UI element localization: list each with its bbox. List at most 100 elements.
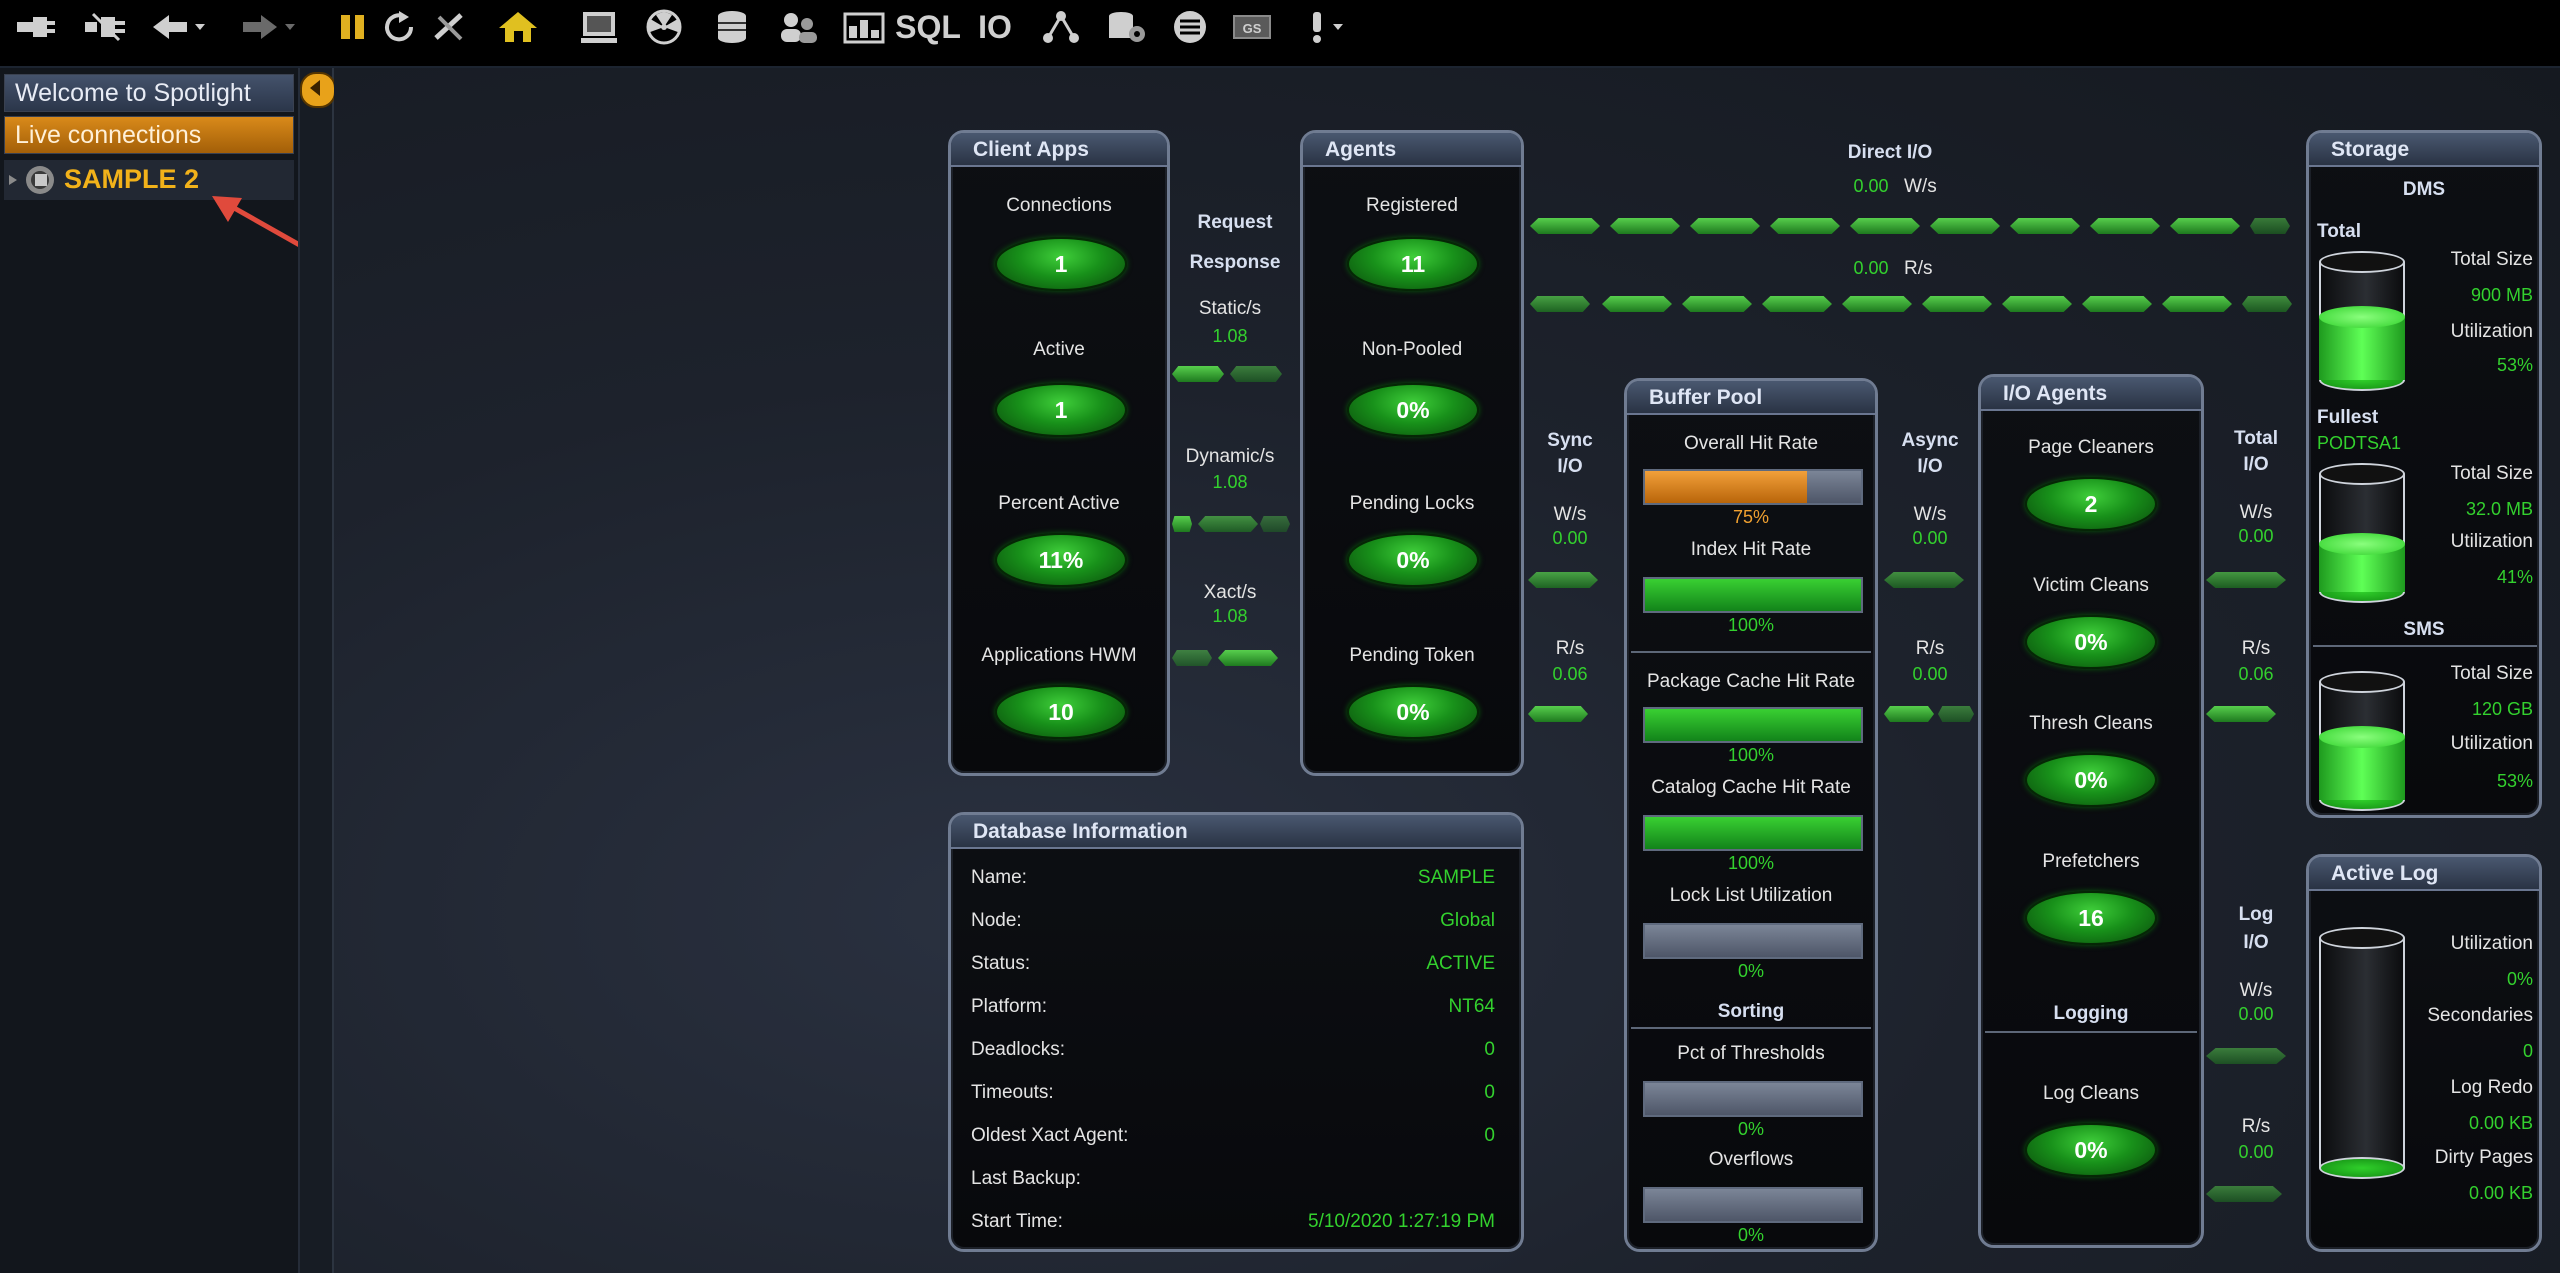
- log-redo-value: 0.00 KB: [2468, 1113, 2533, 1133]
- sidebar: Welcome to Spotlight Live connections SA…: [0, 68, 422, 1273]
- total-size-value: 900 MB: [2470, 285, 2533, 305]
- pause-icon[interactable]: [336, 8, 370, 46]
- log-io-write-flow: [2206, 1046, 2302, 1066]
- toolbar: SQL IO GS: [0, 0, 2560, 68]
- database-information-panel[interactable]: Database Information Name: SAMPLE Node: Glo…: [948, 812, 1524, 1252]
- sorting-title: Sorting: [1717, 1001, 1785, 1022]
- pct-of-thresholds-bar: [1643, 1081, 1863, 1117]
- active-log-utilization-label: Utilization: [2450, 933, 2533, 954]
- db-info-value: 0: [1484, 1039, 1495, 1060]
- total-io-title-2: I/O: [2243, 454, 2269, 475]
- pct-of-thresholds-value: 0%: [1737, 1119, 1764, 1139]
- database-settings-icon[interactable]: [1104, 8, 1148, 46]
- active-log-utilization-cylinder: [2319, 927, 2405, 1179]
- dirty-pages-label: Dirty Pages: [2434, 1147, 2533, 1168]
- total-io-ws-value: 0.00: [2238, 526, 2274, 546]
- pending-token-label: Pending Token: [1349, 645, 1475, 666]
- total-utilization-label: Utilization: [2450, 321, 2533, 342]
- dynamic-flow: [1172, 514, 1294, 534]
- static-label: Static/s: [1198, 298, 1262, 319]
- fullest-utilization-label: Utilization: [2450, 531, 2533, 552]
- live-connections-button[interactable]: Live connections: [4, 116, 294, 154]
- database-icon[interactable]: [712, 8, 752, 46]
- agents-panel[interactable]: Agents Registered 11 Non-Pooled 0% Pendi…: [1300, 130, 1524, 776]
- async-io-rs-value: 0.00: [1912, 664, 1948, 684]
- panel-title: Buffer Pool: [1627, 381, 1875, 415]
- home-icon[interactable]: [496, 8, 540, 46]
- back-arrow-icon[interactable]: [150, 8, 212, 46]
- forward-arrow-icon[interactable]: [240, 8, 302, 46]
- expand-arrow-icon[interactable]: [8, 174, 18, 186]
- lock-list-utilization-label: Lock List Utilization: [1669, 885, 1833, 906]
- buffer-pool-panel[interactable]: Buffer Pool Overall Hit Rate 75% Index H…: [1624, 378, 1878, 1252]
- radiation-icon[interactable]: [642, 8, 686, 46]
- pct-of-thresholds-label: Pct of Thresholds: [1677, 1043, 1825, 1064]
- catalog-cache-hit-rate-label: Catalog Cache Hit Rate: [1651, 777, 1851, 798]
- sync-io-title-2: I/O: [1557, 456, 1583, 477]
- db-info-value: Global: [1440, 910, 1495, 931]
- client-apps-panel[interactable]: Client Apps Connections 1 Active 1 Perce…: [948, 130, 1170, 776]
- disconnect-plug-icon[interactable]: [82, 8, 128, 46]
- async-io-rs-label: R/s: [1915, 638, 1945, 659]
- async-io-title-1: Async: [1901, 430, 1959, 451]
- active-log-panel[interactable]: Active Log Utilization 0% Secondaries 0 …: [2306, 854, 2542, 1252]
- async-io-read-flow: [1884, 704, 1980, 724]
- db-info-key: Oldest Xact Agent:: [971, 1125, 1129, 1146]
- welcome-to-spotlight-button[interactable]: Welcome to Spotlight: [4, 74, 294, 112]
- refresh-icon[interactable]: [380, 8, 420, 46]
- topology-icon[interactable]: [1040, 8, 1082, 46]
- total-utilization-value: 53%: [2496, 355, 2533, 375]
- sql-button[interactable]: SQL: [895, 8, 961, 46]
- log-io-ws-value: 0.00: [2238, 1004, 2274, 1024]
- storage-panel[interactable]: Storage DMS Total Total Size 900 MB Util…: [2306, 130, 2542, 818]
- tablespace-icon[interactable]: [842, 8, 886, 46]
- async-io-write-flow: [1884, 570, 1980, 590]
- logging-title: Logging: [2053, 1003, 2129, 1024]
- percent-active-label: Percent Active: [998, 493, 1120, 514]
- io-button[interactable]: IO: [970, 8, 1020, 46]
- db-info-key: Last Backup:: [971, 1168, 1081, 1189]
- dynamic-value: 1.08: [1212, 472, 1248, 492]
- lock-list-utilization-bar: [1643, 923, 1863, 959]
- log-io-title-1: Log: [2238, 904, 2274, 925]
- request-label: Request: [1197, 212, 1273, 233]
- list-circle-icon[interactable]: [1170, 8, 1210, 46]
- log-io-rs-label: R/s: [2241, 1116, 2271, 1137]
- overflows-bar: [1643, 1187, 1863, 1223]
- collapse-sidebar-button[interactable]: [300, 72, 336, 108]
- db-info-value: 5/10/2020 1:27:19 PM: [1308, 1211, 1495, 1232]
- server-icon[interactable]: [578, 8, 620, 46]
- page-cleaners-label: Page Cleaners: [2028, 437, 2154, 458]
- gs-icon[interactable]: GS: [1230, 8, 1274, 46]
- xact-label: Xact/s: [1203, 582, 1257, 603]
- direct-io-write-flow: [1530, 216, 2300, 236]
- victim-cleans-value: 0%: [2025, 615, 2157, 669]
- sidebar-splitter[interactable]: [298, 68, 340, 1273]
- package-cache-hit-rate-value: 100%: [1727, 745, 1775, 765]
- sync-io-ws-value: 0.00: [1552, 528, 1588, 548]
- lock-list-utilization-value: 0%: [1737, 961, 1764, 981]
- total-utilization-cylinder: [2319, 251, 2405, 391]
- users-icon[interactable]: [776, 8, 820, 46]
- direct-io-ws-value: 0.00: [1853, 176, 1889, 196]
- connect-plug-icon[interactable]: [12, 8, 58, 46]
- log-io-read-flow: [2206, 1184, 2302, 1204]
- tools-icon[interactable]: [430, 8, 470, 46]
- sync-io-read-flow: [1528, 704, 1620, 724]
- xact-flow: [1172, 648, 1294, 668]
- async-io-title-2: I/O: [1917, 456, 1943, 477]
- sms-title: SMS: [2403, 619, 2445, 640]
- fullest-utilization-value: 41%: [2496, 567, 2533, 587]
- direct-io-rs-unit: R/s: [1904, 258, 1933, 279]
- log-io-rs-value: 0.00: [2238, 1142, 2274, 1162]
- non-pooled-label: Non-Pooled: [1361, 339, 1463, 360]
- db-info-value: NT64: [1448, 996, 1495, 1017]
- overall-hit-rate-bar: [1643, 469, 1863, 505]
- db-info-key: Start Time:: [971, 1211, 1063, 1232]
- dms-title: DMS: [2402, 179, 2446, 200]
- static-flow: [1172, 364, 1294, 384]
- overall-hit-rate-value: 75%: [1732, 507, 1770, 527]
- io-agents-panel[interactable]: I/O Agents Page Cleaners 2 Victim Cleans…: [1978, 374, 2204, 1248]
- alert-icon[interactable]: [1306, 8, 1350, 46]
- db-info-value: 0: [1484, 1082, 1495, 1103]
